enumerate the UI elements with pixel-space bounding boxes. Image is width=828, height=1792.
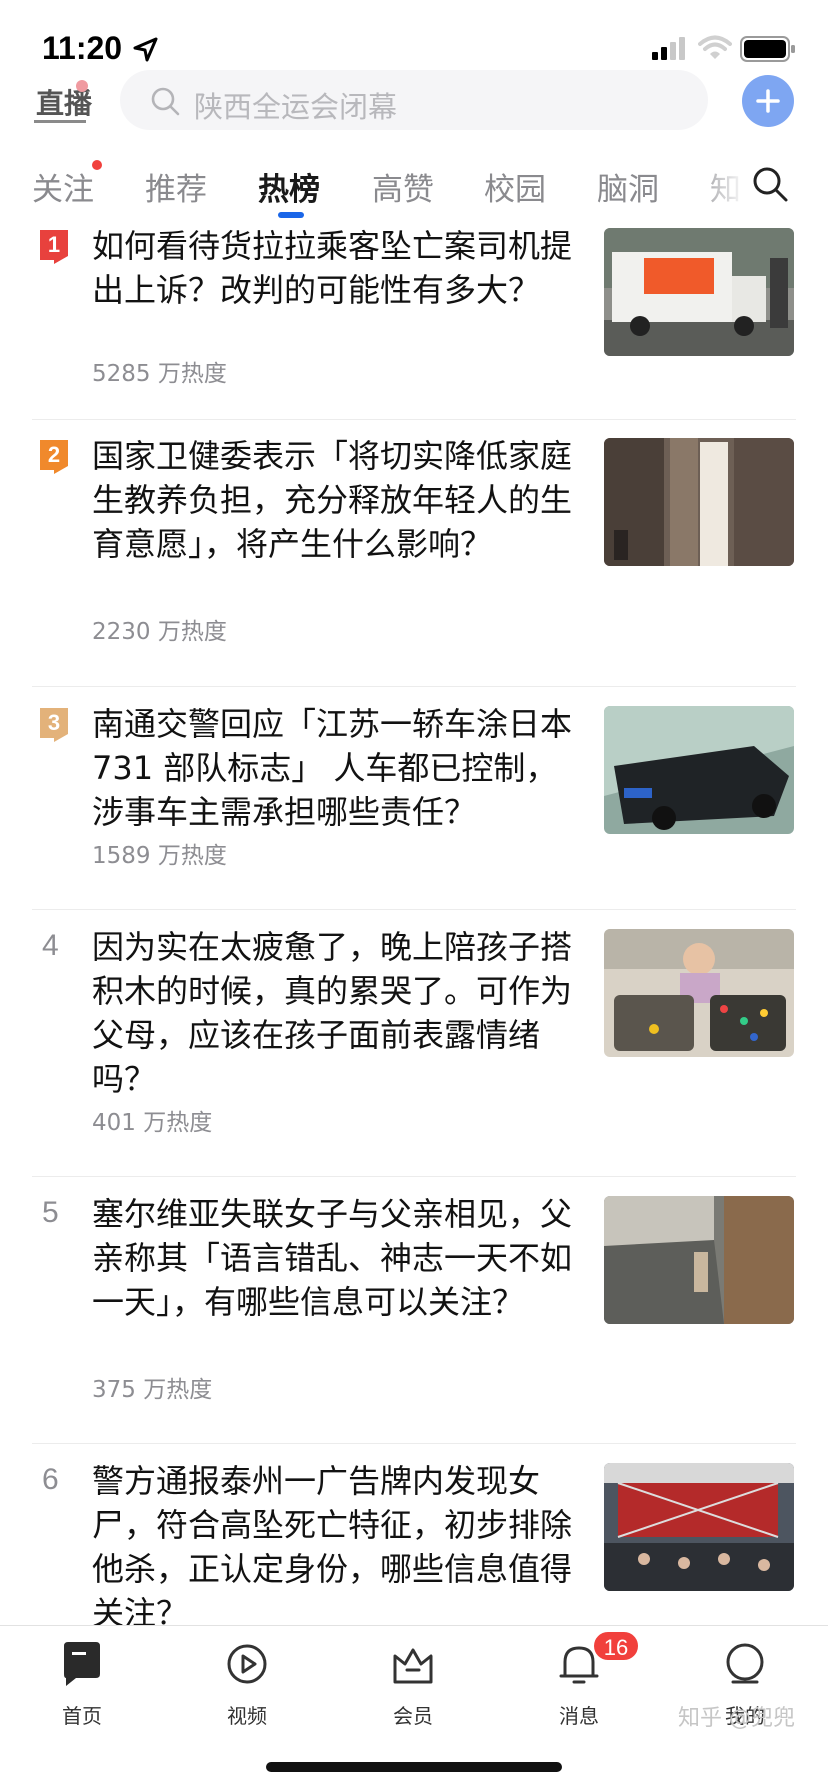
tab-recommend[interactable]: 推荐 — [145, 164, 207, 209]
search-placeholder: 陕西全运会闭幕 — [194, 90, 398, 124]
rank-number: 6 — [42, 1463, 59, 1496]
nav-video[interactable]: 视频 — [192, 1636, 302, 1736]
message-count-badge: 16 — [592, 1630, 640, 1662]
active-tab-indicator — [278, 212, 304, 218]
divider — [32, 1176, 796, 1177]
hot-list-feed: 1 如何看待货拉拉乘客坠亡案司机提出上诉？改判的可能性有多大？ 5285 万热度… — [0, 222, 828, 1625]
watermark: 知乎 @兜兜 — [678, 1706, 795, 1731]
battery-icon — [740, 36, 795, 62]
tab-hot-list[interactable]: 热榜 — [258, 164, 320, 209]
location-arrow-icon — [133, 37, 158, 62]
nav-video-label: 视频 — [227, 1704, 267, 1728]
hot-list-item[interactable]: 3 南通交警回应「江苏一轿车涂日本 731 部队标志」 人车都已控制，涉事车主需… — [0, 702, 828, 922]
item-title[interactable]: 南通交警回应「江苏一轿车涂日本 731 部队标志」 人车都已控制，涉事车主需承担… — [92, 702, 584, 834]
search-icon[interactable] — [750, 164, 790, 204]
tab-follow[interactable]: 关注 — [32, 164, 94, 209]
live-underline — [34, 120, 86, 123]
rank-number: 5 — [42, 1196, 59, 1229]
profile-icon — [726, 1643, 764, 1684]
item-heat: 1589 万热度 — [92, 843, 227, 869]
item-title[interactable]: 警方通报泰州一广告牌内发现女尸，符合高坠死亡特征，初步排除他杀，正认定身份，哪些… — [92, 1459, 584, 1625]
item-thumbnail[interactable] — [604, 1196, 794, 1324]
item-title[interactable]: 塞尔维亚失联女子与父亲相见，父亲称其「语言错乱、神志一天不如一天」，有哪些信息可… — [92, 1192, 584, 1324]
divider — [32, 909, 796, 910]
divider — [32, 686, 796, 687]
hot-list-item[interactable]: 6 警方通报泰州一广告牌内发现女尸，符合高坠死亡特征，初步排除他杀，正认定身份，… — [0, 1459, 828, 1625]
nav-messages[interactable]: 16 消息 — [524, 1630, 640, 1736]
status-time: 11:20 — [42, 30, 123, 66]
follow-notification-dot — [92, 160, 102, 170]
item-heat: 375 万热度 — [92, 1377, 213, 1403]
home-indicator[interactable] — [266, 1762, 562, 1772]
divider — [32, 419, 796, 420]
live-button[interactable]: 直播 — [32, 76, 92, 126]
item-heat: 401 万热度 — [92, 1110, 213, 1136]
home-icon — [64, 1642, 100, 1686]
video-play-icon — [227, 1644, 267, 1684]
divider — [32, 1443, 796, 1444]
plus-icon — [756, 89, 780, 113]
rank-badge: 1 — [40, 230, 68, 264]
rank-number: 4 — [42, 929, 59, 962]
rank-badge: 3 — [40, 708, 68, 742]
nav-home-label: 首页 — [62, 1704, 102, 1728]
search-icon — [151, 87, 180, 116]
hot-list-item[interactable]: 2 国家卫健委表示「将切实降低家庭生教养负担，充分释放年轻人的生育意愿」，将产生… — [0, 434, 828, 694]
item-thumbnail[interactable] — [604, 706, 794, 834]
search-bar[interactable]: 陕西全运会闭幕 — [120, 70, 708, 130]
hot-list-item[interactable]: 5 塞尔维亚失联女子与父亲相见，父亲称其「语言错乱、神志一天不如一天」，有哪些信… — [0, 1192, 828, 1452]
item-heat: 2230 万热度 — [92, 619, 227, 645]
category-tabs: 关注 推荐 热榜 高赞 校园 脑洞 知 — [0, 150, 828, 222]
item-thumbnail[interactable] — [604, 1463, 794, 1591]
tab-brainstorm[interactable]: 脑洞 — [597, 164, 659, 209]
rank-badge: 2 — [40, 440, 68, 474]
item-title[interactable]: 如何看待货拉拉乘客坠亡案司机提出上诉？改判的可能性有多大？ — [92, 224, 584, 312]
crown-icon — [393, 1648, 433, 1684]
add-button[interactable] — [742, 75, 794, 127]
item-title[interactable]: 因为实在太疲惫了，晚上陪孩子搭积木的时候，真的累哭了。可作为父母，应该在孩子面前… — [92, 925, 584, 1101]
nav-membership[interactable]: 会员 — [358, 1636, 468, 1736]
item-thumbnail[interactable] — [604, 438, 794, 566]
nav-messages-label: 消息 — [559, 1704, 599, 1728]
wifi-icon — [698, 35, 732, 59]
item-thumbnail[interactable] — [604, 228, 794, 356]
tab-campus[interactable]: 校园 — [484, 164, 546, 209]
nav-membership-label: 会员 — [393, 1704, 433, 1728]
cellular-signal-icon — [652, 37, 685, 60]
live-notification-dot — [76, 80, 88, 92]
item-heat: 5285 万热度 — [92, 361, 227, 387]
item-thumbnail[interactable] — [604, 929, 794, 1057]
tab-top-rated[interactable]: 高赞 — [372, 164, 434, 209]
item-title[interactable]: 国家卫健委表示「将切实降低家庭生教养负担，充分释放年轻人的生育意愿」，将产生什么… — [92, 434, 584, 566]
nav-home[interactable]: 首页 — [27, 1636, 137, 1736]
hot-list-item[interactable]: 4 因为实在太疲惫了，晚上陪孩子搭积木的时候，真的累哭了。可作为父母，应该在孩子… — [0, 925, 828, 1185]
